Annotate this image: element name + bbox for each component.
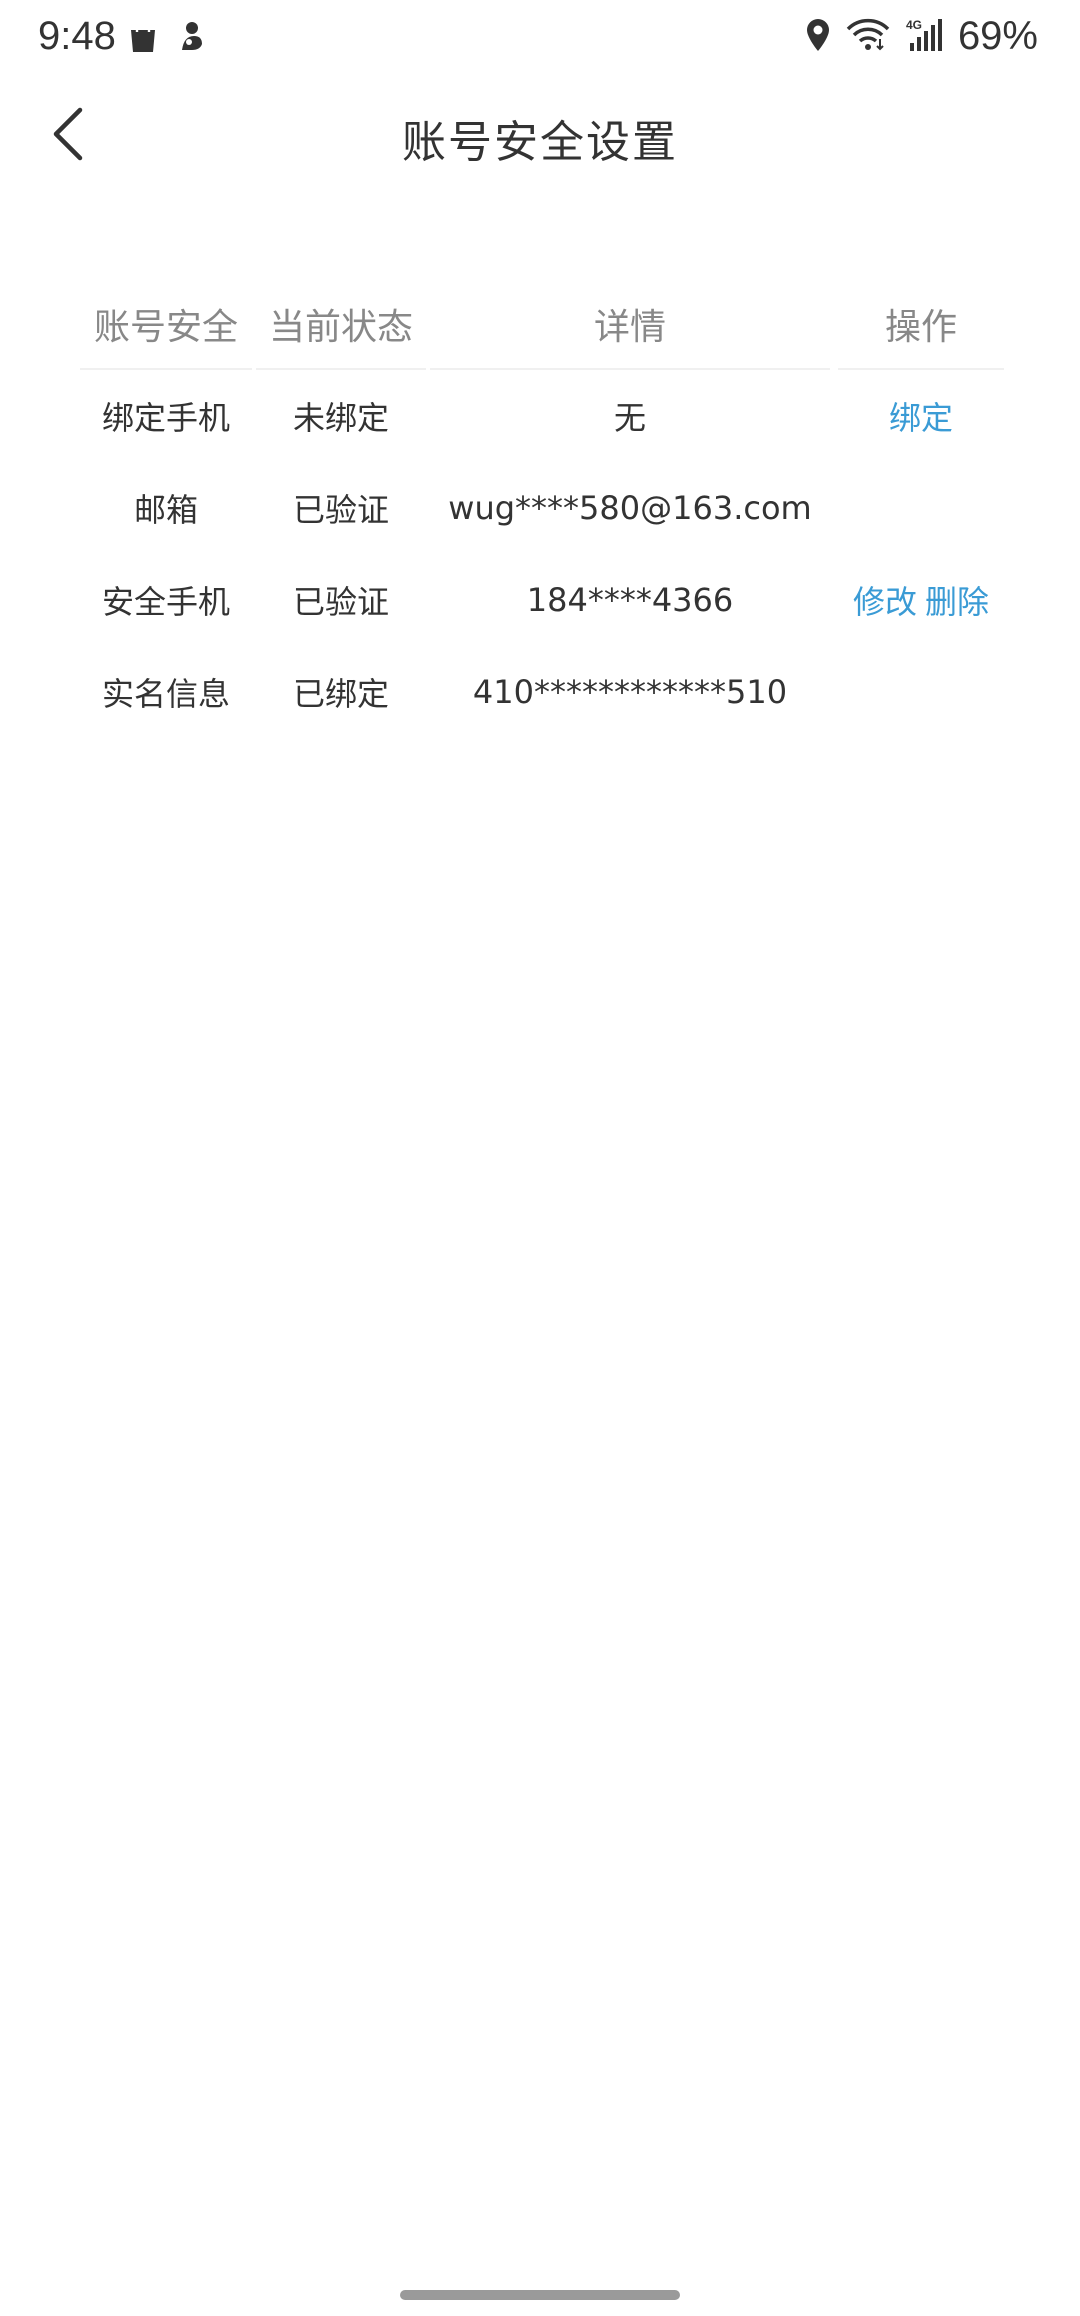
battery-level: 69%: [957, 14, 1038, 58]
row-item: 绑定手机: [101, 399, 230, 437]
column-header-detail: 详情: [430, 286, 830, 370]
page-title: 账号安全设置: [402, 117, 678, 168]
status-time: 9:48: [38, 14, 116, 58]
location-icon: [804, 17, 832, 57]
row-status: 已验证: [292, 491, 389, 529]
signal-icon: 4G: [904, 17, 944, 57]
table-row: 绑定手机 未绑定 无 绑定: [80, 370, 1004, 462]
home-indicator[interactable]: [400, 2290, 680, 2300]
row-detail: wug****580@163.com: [448, 489, 812, 527]
delete-security-phone-button[interactable]: 删除: [925, 583, 989, 621]
row-status: 已绑定: [292, 675, 389, 713]
column-header-action: 操作: [838, 286, 1004, 370]
status-bar: 9:48 4G 69%: [0, 0, 1080, 84]
row-status: 未绑定: [292, 399, 389, 437]
table-row: 安全手机 已验证 184****4366 修改 删除: [80, 554, 1004, 646]
edit-security-phone-button[interactable]: 修改: [853, 583, 917, 621]
nav-header: 账号安全设置: [0, 84, 1080, 188]
account-security-table: 账号安全 当前状态 详情 操作 绑定手机 未绑定 无 绑定 邮箱 已验证 wug…: [80, 286, 1004, 738]
shopping-bag-icon: [128, 20, 158, 58]
status-system-icons: 4G 69%: [804, 14, 1038, 59]
row-item: 实名信息: [101, 675, 230, 713]
table-row: 实名信息 已绑定 410************510: [80, 646, 1004, 738]
row-actions: 绑定: [838, 393, 1004, 439]
row-item: 邮箱: [133, 491, 198, 529]
row-detail: 410************510: [472, 673, 788, 711]
row-item: 安全手机: [101, 583, 230, 621]
mascot-icon: [176, 20, 206, 58]
row-detail: 无: [613, 399, 646, 437]
status-notification-icons: [128, 20, 206, 58]
row-actions: 修改 删除: [838, 577, 1004, 623]
bind-phone-button[interactable]: 绑定: [889, 399, 953, 437]
column-header-item: 账号安全: [80, 286, 252, 370]
table-header-row: 账号安全 当前状态 详情 操作: [80, 286, 1004, 370]
column-header-status: 当前状态: [256, 286, 426, 370]
wifi-icon: [846, 17, 890, 57]
row-status: 已验证: [292, 583, 389, 621]
table-row: 邮箱 已验证 wug****580@163.com: [80, 462, 1004, 554]
svg-text:4G: 4G: [906, 18, 922, 32]
row-detail: 184****4366: [526, 581, 734, 619]
